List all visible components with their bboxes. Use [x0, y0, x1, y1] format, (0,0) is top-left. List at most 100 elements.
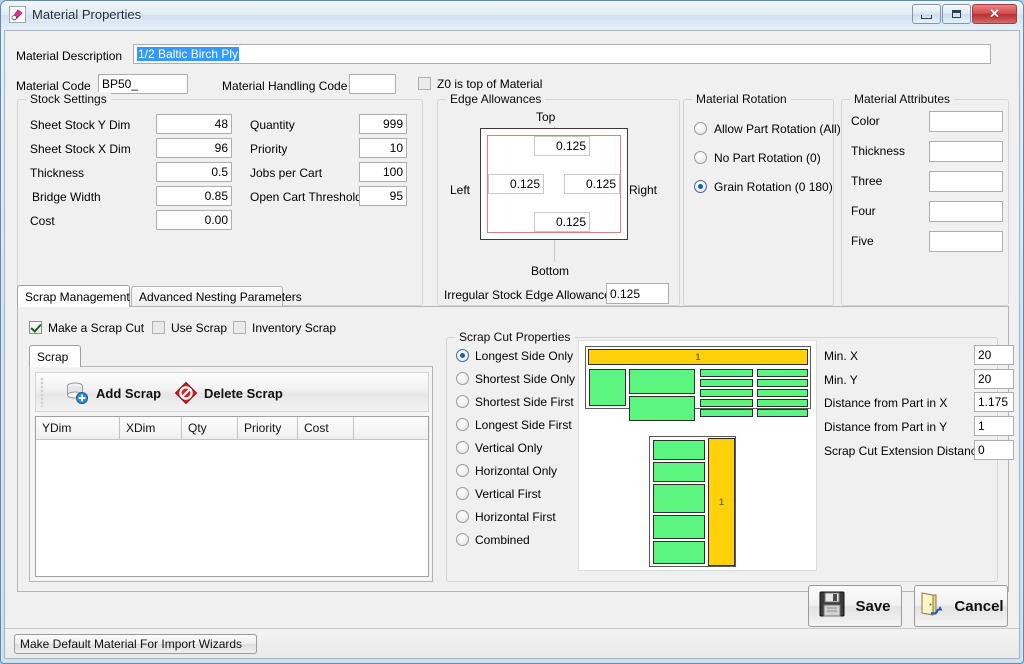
make-default-material-button[interactable]: Make Default Material For Import Wizards [14, 634, 257, 654]
scrap-cut-extension-distance-input[interactable]: 0 [974, 440, 1014, 460]
distance-from-part-x-input[interactable]: 1.175 [974, 392, 1014, 412]
radio-no-part-rotation-label: No Part Rotation (0) [714, 151, 821, 165]
edge-right-input[interactable]: 0.125 [564, 174, 620, 194]
attr-thickness-input[interactable] [929, 141, 1003, 162]
distance-from-part-x-label: Distance from Part in X [824, 396, 948, 410]
minimize-button[interactable] [912, 4, 941, 24]
preview-part [700, 399, 753, 407]
column-header-xdim[interactable]: XDim [120, 417, 182, 440]
radio-no-part-rotation[interactable] [694, 151, 707, 164]
save-button[interactable]: Save [808, 585, 902, 627]
attr-three-input[interactable] [929, 171, 1003, 192]
material-properties-icon [9, 6, 26, 23]
close-button[interactable]: ✕ [972, 4, 1017, 24]
scrap-grid[interactable]: YDim XDim Qty Priority Cost [35, 416, 429, 577]
checkbox-use-scrap-label: Use Scrap [171, 321, 228, 335]
open-cart-threshold-input[interactable]: 95 [359, 186, 407, 206]
edge-right-label: Right [629, 183, 658, 197]
delete-scrap-button[interactable]: Delete Scrap [174, 381, 283, 405]
min-y-label: Min. Y [824, 373, 858, 387]
attr-five-input[interactable] [929, 231, 1003, 252]
column-header-ydim[interactable]: YDim [36, 417, 120, 440]
scrap-grid-header: YDim XDim Qty Priority Cost [36, 417, 428, 440]
sheet-stock-y-input[interactable]: 48 [156, 114, 232, 134]
radio-shortest-side-first[interactable] [456, 395, 469, 408]
material-handling-code-input[interactable] [349, 74, 396, 94]
add-scrap-button[interactable]: Add Scrap [64, 381, 161, 405]
radio-longest-side-first[interactable] [456, 418, 469, 431]
z0-top-label: Z0 is top of Material [437, 77, 543, 91]
column-header-qty[interactable]: Qty [182, 417, 238, 440]
priority-label: Priority [250, 142, 288, 156]
scrap-cut-extension-distance-label: Scrap Cut Extension Distance [824, 444, 984, 458]
irregular-edge-allowance-input[interactable]: 0.125 [606, 283, 669, 304]
save-icon [819, 591, 845, 621]
preview-part [653, 484, 705, 513]
scrap-cut-properties-group: Scrap Cut Properties Longest Side Only S… [446, 330, 1014, 582]
delete-scrap-label: Delete Scrap [204, 385, 283, 401]
distance-from-part-x-value: 1.175 [978, 395, 1009, 409]
scrap-panel: Add Scrap Delete Scrap YDim XDim Qty Pri… [29, 366, 433, 582]
window-controls: ✕ [911, 4, 1017, 25]
attr-four-input[interactable] [929, 201, 1003, 222]
edge-left-input[interactable]: 0.125 [488, 174, 544, 194]
checkbox-inventory-scrap[interactable] [233, 321, 246, 334]
distance-from-part-y-input[interactable]: 1 [974, 416, 1014, 436]
preview-part [700, 409, 753, 417]
maximize-button[interactable] [942, 4, 971, 24]
jobs-per-cart-input[interactable]: 100 [359, 162, 407, 182]
radio-grain-rotation[interactable] [694, 180, 707, 193]
close-icon: ✕ [989, 6, 1000, 21]
cancel-button[interactable]: Cancel [914, 585, 1008, 627]
radio-vertical-only[interactable] [456, 441, 469, 454]
radio-vertical-first[interactable] [456, 487, 469, 500]
material-rotation-group: Material Rotation Allow Part Rotation (A… [683, 92, 841, 306]
radio-longest-side-only[interactable] [456, 349, 469, 362]
sheet-stock-x-input[interactable]: 96 [156, 138, 232, 158]
tab-scrap-management[interactable]: Scrap Management [17, 285, 130, 307]
priority-input[interactable]: 10 [359, 138, 407, 158]
material-description-label: Material Description [16, 49, 123, 63]
radio-combined[interactable] [456, 533, 469, 546]
edge-top-input[interactable]: 0.125 [534, 136, 590, 156]
jobs-per-cart-label: Jobs per Cart [250, 166, 323, 180]
checkbox-make-scrap-cut[interactable] [29, 321, 42, 334]
radio-horizontal-only[interactable] [456, 464, 469, 477]
preview-part [757, 399, 808, 407]
checkbox-use-scrap[interactable] [152, 321, 165, 334]
min-x-input[interactable]: 20 [974, 345, 1014, 365]
min-x-label: Min. X [824, 349, 859, 363]
irregular-edge-allowance-value: 0.125 [610, 286, 641, 301]
tab-advanced-nesting-parameters[interactable]: Advanced Nesting Parameters [131, 286, 302, 306]
tab-scrap[interactable]: Scrap [29, 345, 81, 367]
save-label: Save [855, 597, 891, 615]
radio-horizontal-only-label: Horizontal Only [475, 464, 558, 478]
preview-part [700, 389, 753, 397]
bridge-width-input[interactable]: 0.85 [156, 186, 232, 206]
open-cart-threshold-value: 95 [389, 189, 403, 203]
open-cart-threshold-label: Open Cart Threshold [250, 190, 362, 204]
thickness-input[interactable]: 0.5 [156, 162, 232, 182]
material-code-input[interactable]: BP50_ [98, 74, 188, 94]
radio-shortest-side-only[interactable] [456, 372, 469, 385]
preview-sheet-horizontal: 1 [585, 346, 811, 421]
min-y-input[interactable]: 20 [974, 369, 1014, 389]
cost-input[interactable]: 0.00 [156, 210, 232, 230]
edge-bottom-input[interactable]: 0.125 [534, 212, 590, 232]
radio-allow-part-rotation[interactable] [694, 122, 707, 135]
radio-vertical-only-label: Vertical Only [475, 441, 543, 455]
bridge-width-label: Bridge Width [32, 190, 101, 204]
z0-top-checkbox[interactable] [418, 77, 431, 90]
sheet-stock-y-value: 48 [214, 117, 228, 131]
quantity-input[interactable]: 999 [359, 114, 407, 134]
attr-color-input[interactable] [929, 111, 1003, 132]
column-header-priority[interactable]: Priority [238, 417, 298, 440]
delete-scrap-icon [174, 381, 198, 405]
material-description-input[interactable]: 1/2 Baltic Birch Ply [133, 44, 991, 64]
attr-three-label: Three [851, 174, 883, 188]
radio-horizontal-first[interactable] [456, 510, 469, 523]
edge-top-value: 0.125 [555, 139, 586, 153]
column-header-cost[interactable]: Cost [298, 417, 354, 440]
attr-four-label: Four [851, 204, 876, 218]
thickness-value: 0.5 [211, 165, 228, 179]
